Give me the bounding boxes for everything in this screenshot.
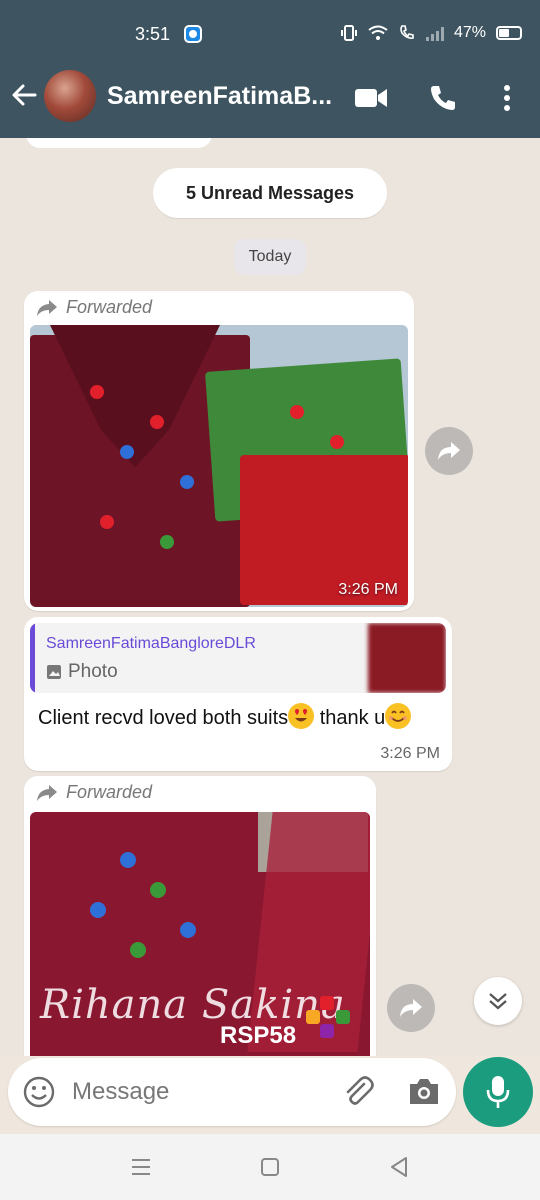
microphone-icon — [486, 1076, 510, 1108]
camera-icon[interactable] — [406, 1074, 442, 1110]
photo-product-code: RSP58 — [220, 1022, 297, 1049]
emoji-icon[interactable] — [22, 1075, 56, 1109]
unread-messages-banner: 5 Unread Messages — [153, 168, 387, 218]
photo-attachment[interactable]: Rihana Sakina RSP58 — [30, 812, 370, 1056]
photo-content — [330, 435, 344, 449]
message-bubble[interactable]: Forwarded Rihana Sakina RSP58 — [24, 776, 376, 1056]
photo-content — [180, 922, 196, 938]
smiling-emoji-icon — [385, 703, 412, 729]
photo-content — [120, 445, 134, 459]
forward-arrow-icon — [37, 299, 57, 316]
quoted-message[interactable]: SamreenFatimaBangloreDLR Photo — [30, 623, 446, 693]
signal-icon — [426, 25, 444, 41]
share-icon — [400, 999, 422, 1017]
video-call-icon[interactable] — [353, 80, 389, 116]
message-bubble[interactable]: SamreenFatimaBangloreDLR Photo Client re… — [24, 617, 452, 771]
voice-message-button[interactable] — [463, 1057, 533, 1127]
previous-message-bubble — [26, 138, 212, 148]
system-nav-bar — [0, 1134, 540, 1200]
notification-app-icon — [184, 25, 202, 43]
date-divider: Today — [234, 239, 306, 275]
photo-icon — [47, 665, 61, 679]
forwarded-label: Forwarded — [36, 782, 152, 803]
forward-share-button[interactable] — [387, 984, 435, 1032]
vibrate-icon — [341, 25, 357, 41]
photo-watermark: Rihana Sakina — [40, 982, 346, 1028]
status-icons: 47% — [340, 24, 523, 42]
quote-accent-bar — [30, 623, 35, 693]
status-time: 3:51 — [135, 24, 171, 44]
photo-content — [120, 852, 136, 868]
back-arrow-icon[interactable] — [8, 80, 40, 112]
photo-content — [130, 942, 146, 958]
chat-messages[interactable]: 5 Unread Messages Today Forwarded 3:26 P… — [0, 138, 540, 1056]
battery-percent: 47% — [454, 24, 487, 41]
photo-content — [290, 405, 304, 419]
chat-header: SamreenFatimaB... — [0, 62, 540, 138]
voice-call-icon[interactable] — [425, 80, 461, 116]
contact-avatar[interactable] — [44, 70, 96, 122]
quoted-sender: SamreenFatimaBangloreDLR — [46, 635, 256, 652]
photo-attachment[interactable]: 3:26 PM — [30, 325, 408, 607]
photo-content — [90, 385, 104, 399]
quoted-photo-thumbnail — [368, 623, 446, 693]
message-time: 3:26 PM — [338, 581, 398, 598]
home-icon[interactable] — [257, 1154, 283, 1180]
share-icon — [438, 442, 460, 460]
message-bubble[interactable]: Forwarded 3:26 PM — [24, 291, 414, 611]
forward-arrow-icon — [37, 784, 57, 801]
photo-content — [160, 535, 174, 549]
double-chevron-down-icon — [489, 993, 507, 1010]
battery-icon — [496, 26, 523, 40]
photo-content — [90, 902, 106, 918]
recent-apps-icon[interactable] — [128, 1154, 154, 1180]
message-text: Client recvd loved both suits thank u — [38, 703, 412, 730]
back-nav-icon[interactable] — [386, 1154, 412, 1180]
photo-content — [150, 415, 164, 429]
photo-content — [100, 515, 114, 529]
message-composer — [8, 1058, 456, 1126]
message-input[interactable] — [72, 1074, 322, 1110]
attach-icon[interactable] — [340, 1074, 376, 1110]
contact-name[interactable]: SamreenFatimaB... — [107, 82, 337, 111]
status-bar: 3:51 47% — [0, 0, 540, 62]
wifi-call-icon — [400, 25, 414, 39]
heart-eyes-emoji-icon — [288, 703, 315, 729]
quoted-type: Photo — [46, 661, 118, 683]
scroll-to-bottom-button[interactable] — [474, 977, 522, 1025]
forwarded-label: Forwarded — [36, 297, 152, 318]
message-time: 3:26 PM — [380, 745, 440, 762]
photo-content — [150, 882, 166, 898]
more-vert-icon[interactable] — [489, 80, 525, 116]
photo-content — [180, 475, 194, 489]
forward-share-button[interactable] — [425, 427, 473, 475]
brand-logo-icon — [306, 996, 350, 1038]
wifi-icon — [368, 25, 388, 40]
